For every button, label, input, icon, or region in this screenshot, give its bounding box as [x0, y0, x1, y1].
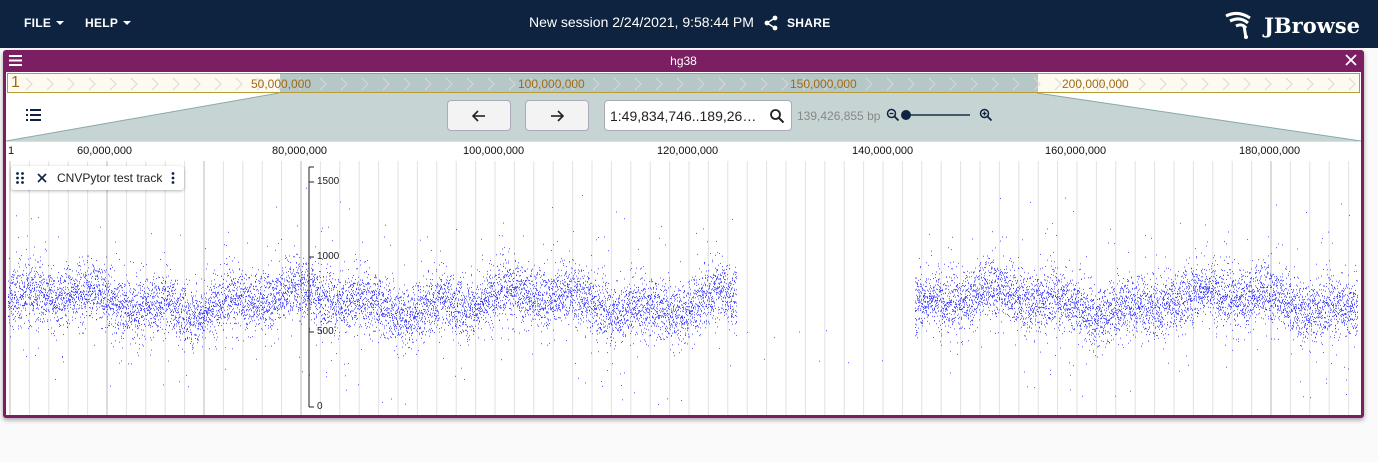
zoom-out-icon[interactable]	[886, 108, 900, 122]
caret-down-icon	[56, 21, 65, 25]
track-menu-icon[interactable]	[170, 171, 176, 185]
ruler-tick-label: 180,000,000	[1239, 145, 1301, 157]
cnv-scatter-plot	[8, 161, 1358, 415]
arrow-left-icon	[472, 109, 485, 122]
track-area[interactable]: 1500 1000 500 0 CNVPytor test track	[6, 161, 1361, 415]
ruler-tick-label: 60,000,000	[77, 145, 133, 157]
overview-tick-label: 50,000,000	[251, 77, 312, 91]
location-search-input[interactable]: 1:49,834,746..189,261...	[604, 100, 792, 131]
search-icon[interactable]	[769, 108, 785, 124]
session-title[interactable]: New session 2/24/2021, 9:58:44 PM	[529, 14, 754, 30]
assembly-name: hg38	[670, 54, 697, 68]
y-tick-label: 1000	[317, 251, 340, 262]
help-menu-label: HELP	[85, 16, 119, 30]
ruler-tick-label: 140,000,000	[852, 145, 914, 157]
overview-tick-label: 200,000,000	[1062, 77, 1129, 91]
linear-genome-view: hg38 1 50,000,000 100,000,000 150,000,00…	[3, 50, 1364, 418]
view-titlebar: hg38	[3, 50, 1364, 72]
y-axis	[308, 166, 314, 408]
zoom-in-icon[interactable]	[979, 108, 993, 122]
file-menu[interactable]: FILE	[24, 16, 65, 30]
zoom-slider-thumb[interactable]	[901, 110, 911, 120]
share-icon	[764, 15, 778, 31]
drag-handle-icon[interactable]	[15, 171, 25, 185]
logo-text: JBrowse	[1264, 12, 1361, 38]
locstring-value[interactable]: 1:49,834,746..189,261...	[610, 108, 760, 124]
jbrowse-logo: JBrowse	[1224, 10, 1360, 40]
ruler-tick-label: 160,000,000	[1045, 145, 1107, 157]
ruler[interactable]: 1 60,000,000 80,000,000 100,000,000 120,…	[6, 141, 1361, 161]
jbrowse-logo-icon	[1225, 11, 1251, 39]
ruler-tick-label: 120,000,000	[657, 145, 719, 157]
zoom-slider[interactable]	[901, 107, 973, 123]
zoom-slider-rail	[904, 114, 970, 116]
help-menu[interactable]: HELP	[85, 16, 132, 30]
view-header: 1:49,834,746..189,261... 139,426,855 bp	[6, 93, 1361, 141]
overview-scalebar[interactable]: 1 50,000,000 100,000,000 150,000,000 200…	[7, 73, 1360, 93]
share-label: SHARE	[787, 16, 831, 30]
track-selector-icon[interactable]	[26, 108, 42, 122]
caret-down-icon	[123, 21, 132, 25]
ruler-chrom-label: 1	[8, 145, 15, 157]
close-track-icon[interactable]	[35, 171, 49, 185]
file-menu-label: FILE	[24, 16, 52, 30]
ruler-tick-label: 100,000,000	[463, 145, 525, 157]
scroll-forward-button[interactable]	[525, 100, 589, 131]
overview-chrom-label: 1	[11, 74, 20, 91]
y-tick-label: 1500	[317, 176, 340, 187]
share-button[interactable]: SHARE	[763, 15, 831, 31]
bp-count-label: 139,426,855 bp	[797, 109, 881, 123]
y-tick-label: 0	[317, 401, 323, 412]
overview-tick-label: 150,000,000	[790, 77, 857, 91]
scroll-back-button[interactable]	[447, 100, 511, 131]
y-tick-label: 500	[317, 326, 334, 337]
track-name: CNVPytor test track	[57, 171, 163, 185]
overview-tick-label: 100,000,000	[518, 77, 585, 91]
arrow-right-icon	[551, 109, 564, 122]
view-body: 1 50,000,000 100,000,000 150,000,000 200…	[6, 72, 1361, 415]
app-header: FILE HELP New session 2/24/2021, 9:58:44…	[0, 0, 1378, 48]
close-icon[interactable]	[1345, 54, 1357, 66]
track-label: CNVPytor test track	[11, 166, 185, 190]
chevron-pattern	[25, 77, 1356, 91]
ruler-tick-label: 80,000,000	[272, 145, 328, 157]
